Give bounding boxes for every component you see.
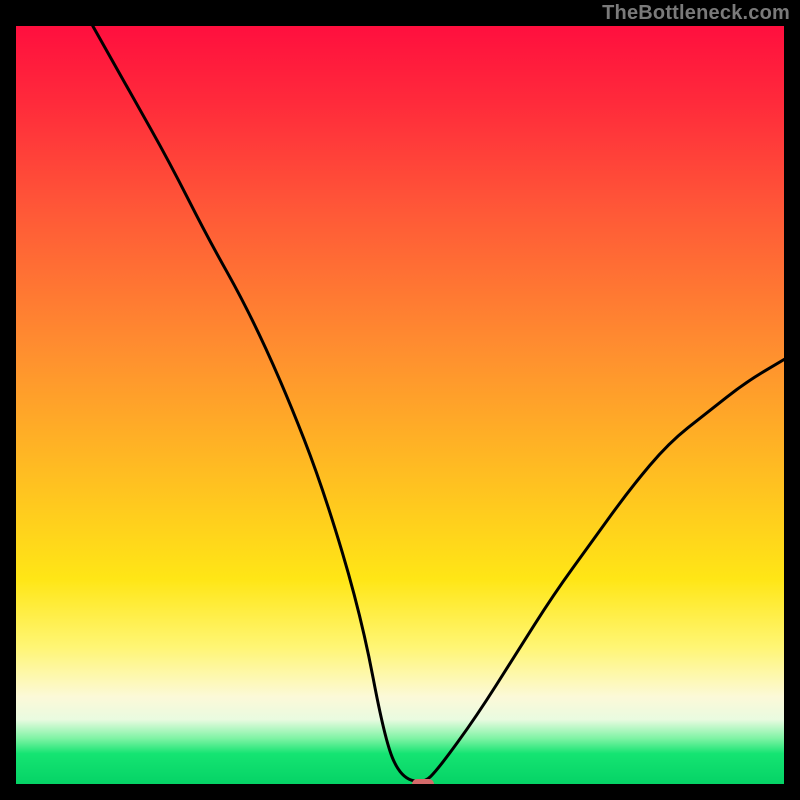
bottleneck-curve xyxy=(16,26,784,784)
plot-area xyxy=(16,26,784,784)
chart-frame: TheBottleneck.com xyxy=(0,0,800,800)
minimum-marker xyxy=(412,779,434,784)
curve-path xyxy=(93,26,784,781)
watermark-label: TheBottleneck.com xyxy=(602,2,790,25)
